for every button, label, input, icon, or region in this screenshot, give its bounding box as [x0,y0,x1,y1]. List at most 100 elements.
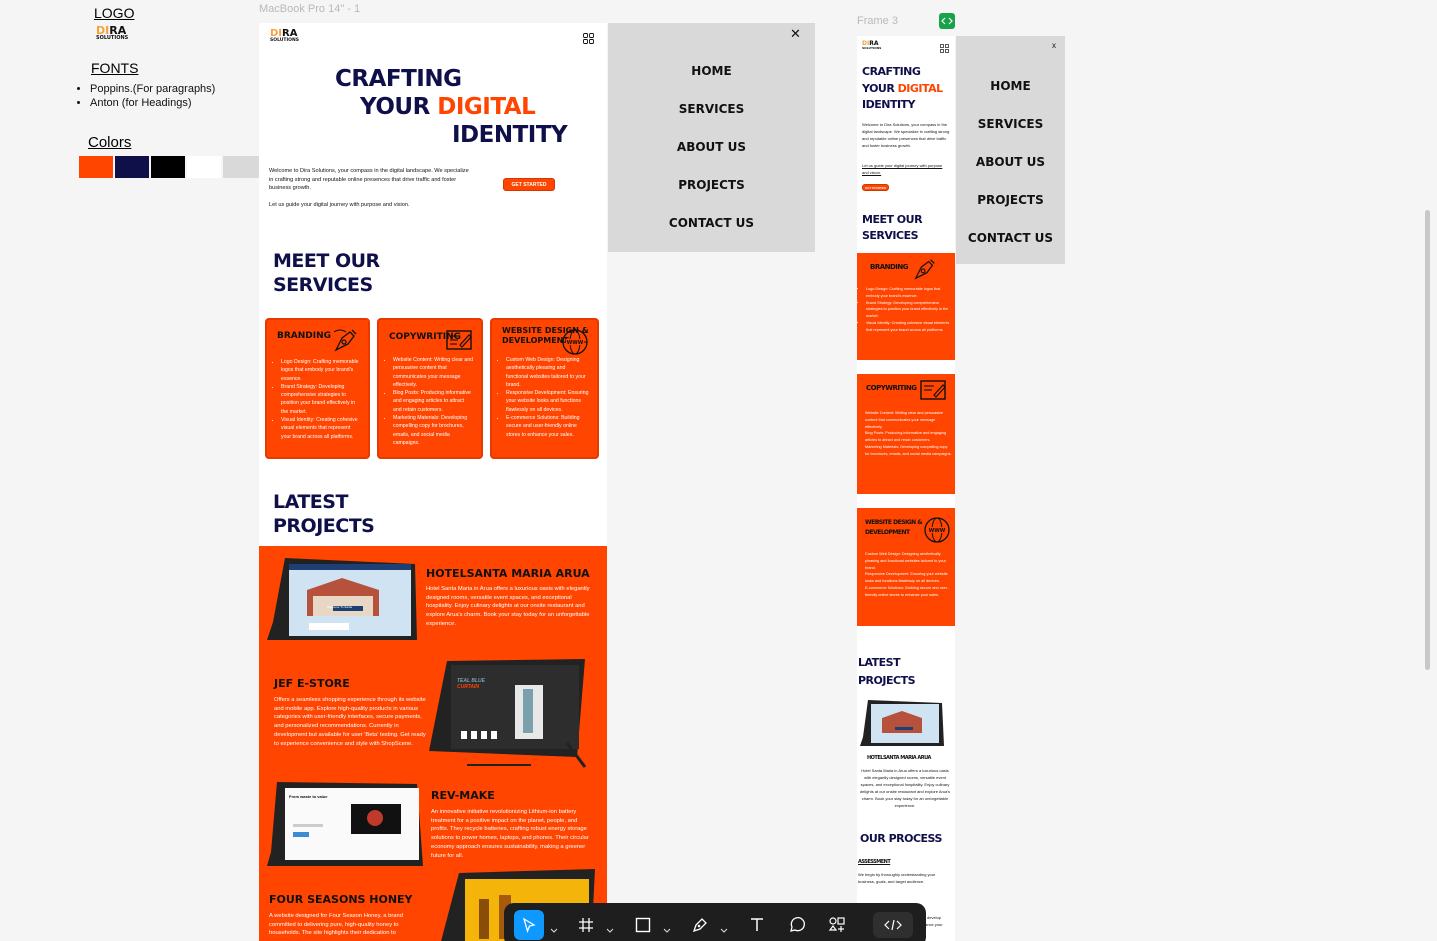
pen-icon[interactable] [688,913,712,937]
mobile-menu-item-home[interactable]: HOME [956,79,1065,93]
dev-mode-icon[interactable] [873,912,913,938]
project-hotel-mockup[interactable]: Welcome To Santa [267,556,417,642]
projects-section: Welcome To Santa HOTELSANTA MARIA ARUA H… [259,546,607,941]
close-icon[interactable]: ✕ [790,26,801,42]
font-list: Poppins.(For paragraphs) Anton (for Head… [80,82,250,110]
service-bullet: Brand Strategy: Developing comprehensive… [281,383,360,416]
hero-line-1: CRAFTING [335,66,462,92]
svg-text:WWW: WWW [929,528,946,534]
menu-grid-icon[interactable] [583,31,594,44]
project-title: FOUR SEASONS HONEY [269,893,413,906]
mobile-card-branding[interactable]: BRANDING Logo Design: Crafting memorable… [857,253,955,360]
project-title: HOTELSANTA MARIA ARUA [426,567,590,580]
mobile-hero: CRAFTING YOUR DIGITAL IDENTITY [862,64,943,114]
menu-item-services[interactable]: SERVICES [608,102,815,116]
mobile-card-bullet: Visual Identity: Creating cohesive visua… [866,320,951,334]
mobile-nav-menu-panel: x HOME SERVICES ABOUT US PROJECTS CONTAC… [956,36,1065,264]
mobile-get-started-button[interactable]: GET STARTED [862,184,889,191]
mobile-projects-line-2: PROJECTS [858,674,916,687]
colors-heading: Colors [88,134,132,151]
menu-item-about[interactable]: ABOUT US [608,140,815,154]
mobile-services-line-2: SERVICES [862,229,919,242]
menu-item-home[interactable]: HOME [608,64,815,78]
mobile-card-bullet: E-commerce Solutions: Building secure an… [865,585,952,599]
comment-icon[interactable] [785,913,809,937]
project-desc: An innovative initiative revolutionizing… [431,809,589,859]
mobile-project-hotel-mockup[interactable] [860,699,944,747]
mobile-hero-line-3: IDENTITY [862,98,916,111]
site-logo[interactable]: DIRA SOLUTIONS [270,29,299,44]
get-started-button[interactable]: GET STARTED [503,178,555,191]
color-swatch-orange [79,156,113,178]
service-bullet: Logo Design: Crafting memorable logos th… [281,358,360,383]
menu-item-contact[interactable]: CONTACT US [608,216,815,230]
mobile-process-desc-2a: develop [927,915,942,920]
mobile-menu-item-projects[interactable]: PROJECTS [956,193,1065,207]
service-bullet: Blog Posts: Producing informative and en… [393,389,473,414]
mobile-frame-label[interactable]: Frame 3 [857,15,898,27]
service-card-copywriting[interactable]: COPYWRITING Website Content: Writing cle… [377,318,483,459]
service-card-web-design[interactable]: WEBSITE DESIGN & DEVELOPMENT WWW Custom … [490,318,599,459]
logo-solutions: SOLUTIONS [862,46,882,50]
mobile-card-bullet: Marketing Materials: Developing compelli… [865,444,952,458]
close-icon[interactable]: x [1052,41,1056,50]
project-desc: Hotel Santa Maria in Arua offers a luxur… [426,586,590,627]
fonts-heading: FONTS [91,60,139,76]
mobile-projects-line-1: LATEST [858,656,901,669]
mobile-hero-line-1: CRAFTING [862,65,921,78]
design-toolbar [504,903,926,941]
mobile-menu-item-about[interactable]: ABOUT US [956,155,1065,169]
logo: DIRA SOLUTIONS [96,25,128,41]
service-card-branding[interactable]: BRANDING Logo Design: Crafting memorable… [265,318,370,459]
hero-line-2: YOUR DIGITAL [360,94,536,120]
service-bullet: Responsive Development: Ensuring your we… [506,389,589,414]
service-bullet: Marketing Materials: Developing compelli… [393,414,473,447]
projects-heading-line-1: LATEST [273,491,348,513]
logo-solutions: SOLUTIONS [270,38,300,43]
font-item: Anton (for Headings) [90,96,250,110]
text-icon[interactable] [745,913,769,937]
menu-item-projects[interactable]: PROJECTS [608,178,815,192]
mobile-process-desc: We begin by thoroughly understanding you… [858,872,936,884]
project-revmake-mockup[interactable]: From waste to value [267,780,425,868]
rectangle-icon[interactable] [631,913,655,937]
chevron-down-icon[interactable] [606,922,614,933]
chevron-down-icon[interactable] [663,922,671,933]
mobile-project-desc: Hotel Santa Maria in Arua offers a luxur… [859,768,951,808]
mobile-card-title-line-2: DEVELOPMENT [865,529,910,536]
components-icon[interactable] [825,913,849,937]
globe-www-icon: WWW [923,516,951,544]
chevron-down-icon[interactable] [550,922,558,933]
color-swatch-navy [115,156,149,178]
mobile-card-copywriting[interactable]: COPYWRITING Website Content: Writing cle… [857,374,955,494]
logo-heading: LOGO [94,5,135,21]
mobile-card-title-line-1: WEBSITE DESIGN & [865,519,923,526]
service-bullet: Visual Identity: Creating cohesive visua… [281,416,360,441]
site-logo[interactable]: DIRA SOLUTIONS [862,41,881,50]
canvas-scrollbar[interactable] [1425,210,1430,670]
chevron-down-icon[interactable] [720,922,728,933]
project-jef-mockup[interactable]: TEAL BLUE CURTAIN [427,659,587,769]
mobile-menu-item-services[interactable]: SERVICES [956,117,1065,131]
move-icon[interactable] [514,910,544,940]
hero-digital: DIGITAL [437,94,536,120]
service-bullet: Custom Web Design: Designing aesthetical… [506,356,589,389]
svg-text:WWW: WWW [567,340,584,346]
mobile-card-bullet: Custom Web Design: Designing aesthetical… [865,551,952,571]
mobile-menu-item-contact[interactable]: CONTACT US [956,231,1065,245]
pen-tool-icon [332,326,360,354]
desktop-frame-label[interactable]: MacBook Pro 14" - 1 [259,3,360,15]
hero-line-3: IDENTITY [452,122,568,148]
frame-icon[interactable] [574,913,598,937]
mobile-card-bullet: Brand Strategy: Developing comprehensive… [866,300,951,320]
services-heading-line-1: MEET OUR [273,250,380,272]
color-swatch-white [187,156,221,178]
hero-intro: Welcome to Dira Solutions, your compass … [269,168,469,192]
mobile-card-web-design[interactable]: WEBSITE DESIGN & DEVELOPMENT WWW Custom … [857,508,955,626]
mobile-process-step: ASSESSMENT [858,859,891,865]
mobile-card-title: BRANDING [870,263,909,271]
dev-mode-badge-icon[interactable] [939,13,955,29]
mobile-hero-your: YOUR [862,81,898,95]
menu-grid-icon[interactable] [940,40,949,53]
service-title: BRANDING [277,331,332,341]
